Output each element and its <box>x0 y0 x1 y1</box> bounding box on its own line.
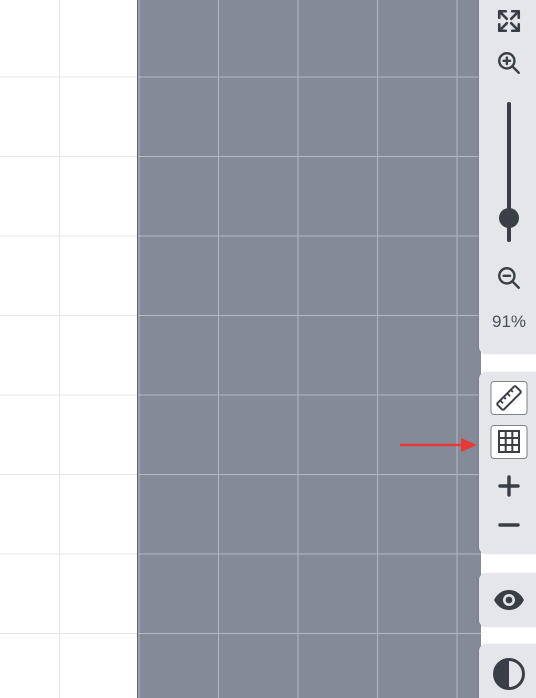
canvas-workspace[interactable] <box>0 0 137 698</box>
expand-arrows-icon <box>496 8 522 34</box>
plus-icon <box>497 474 521 498</box>
grid-toggle-button[interactable] <box>487 425 531 459</box>
zoom-slider-thumb[interactable] <box>499 208 519 229</box>
zoom-out-icon <box>496 265 522 291</box>
contrast-icon <box>492 657 526 691</box>
tools-panel <box>479 372 536 554</box>
preview-panel <box>479 573 536 627</box>
canvas-page-area[interactable] <box>137 0 481 698</box>
contrast-toggle-button[interactable] <box>487 657 531 691</box>
contrast-panel <box>479 644 536 698</box>
eye-icon <box>493 589 525 611</box>
preview-button[interactable] <box>487 583 531 617</box>
zoom-panel: 91% <box>479 0 536 354</box>
annotation-arrow <box>400 438 477 452</box>
minus-icon <box>497 513 521 537</box>
zoom-out-button[interactable] <box>487 261 531 295</box>
zoom-slider[interactable] <box>499 102 519 242</box>
zoom-in-button[interactable] <box>487 46 531 80</box>
ruler-icon <box>490 381 528 415</box>
zoom-level-readout: 91% <box>491 312 527 331</box>
remove-button[interactable] <box>487 508 531 542</box>
fullscreen-button[interactable] <box>487 4 531 38</box>
editor-viewport: 91% <box>0 0 536 698</box>
add-button[interactable] <box>487 469 531 503</box>
grid-icon <box>490 425 528 459</box>
ruler-toggle-button[interactable] <box>487 381 531 415</box>
zoom-in-icon <box>496 50 522 76</box>
